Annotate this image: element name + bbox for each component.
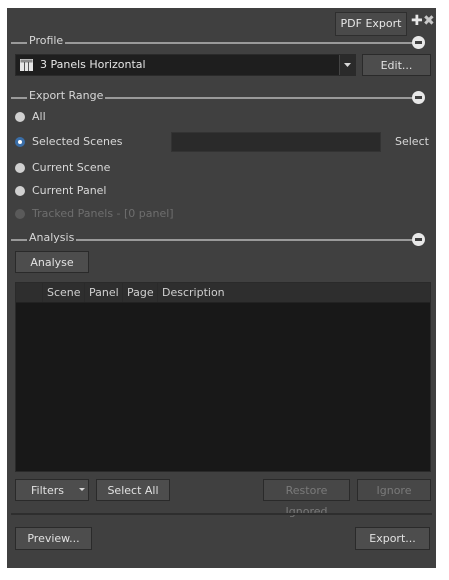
select-scenes-button[interactable]: Select	[395, 135, 429, 149]
analysis-table[interactable]: Scene Panel Page Description	[15, 282, 431, 472]
analysis-collapse-icon[interactable]	[412, 233, 425, 246]
column-header-scene[interactable]: Scene	[42, 283, 84, 302]
radio-tracked-panels	[15, 209, 25, 219]
radio-current-panel[interactable]	[15, 186, 25, 196]
export-range-section-label: Export Range	[27, 89, 106, 103]
radio-selected-scenes-label[interactable]: Selected Scenes	[32, 135, 122, 149]
profile-section-label: Profile	[27, 34, 66, 48]
select-all-button[interactable]: Select All	[96, 479, 170, 501]
radio-current-scene[interactable]	[15, 163, 25, 173]
selected-scenes-field[interactable]	[171, 132, 381, 152]
ignore-button: Ignore	[357, 479, 431, 501]
chevron-down-icon	[79, 488, 85, 491]
radio-selected-scenes[interactable]	[15, 137, 25, 147]
footer-divider	[11, 513, 432, 515]
pdf-export-panel: PDF Export ✚ ✖ Profile 3 Panels Horizont…	[7, 8, 436, 568]
profile-divider	[11, 42, 416, 44]
panel-grid-icon	[20, 59, 33, 71]
filters-button-label: Filters	[31, 484, 64, 497]
column-header-blank[interactable]	[16, 283, 42, 302]
column-header-page[interactable]: Page	[122, 283, 157, 302]
profile-collapse-icon[interactable]	[412, 36, 425, 49]
export-button[interactable]: Export...	[355, 527, 430, 550]
analysis-section-label: Analysis	[27, 231, 77, 245]
radio-all-label[interactable]: All	[32, 110, 46, 124]
column-header-panel[interactable]: Panel	[84, 283, 122, 302]
radio-current-scene-label[interactable]: Current Scene	[32, 161, 110, 175]
radio-current-panel-label[interactable]: Current Panel	[32, 184, 107, 198]
profile-dropdown-arrow[interactable]	[339, 55, 355, 75]
export-range-collapse-icon[interactable]	[412, 91, 425, 104]
chevron-down-icon	[344, 63, 351, 67]
radio-tracked-panels-label: Tracked Panels - [0 panel]	[32, 207, 174, 220]
tab-pdf-export[interactable]: PDF Export	[335, 12, 407, 36]
column-header-description[interactable]: Description	[157, 283, 430, 302]
close-icon[interactable]: ✖	[423, 14, 435, 28]
profile-selected-value: 3 Panels Horizontal	[40, 58, 146, 71]
profile-edit-button[interactable]: Edit...	[362, 54, 431, 76]
analyse-button[interactable]: Analyse	[15, 251, 89, 273]
preview-button[interactable]: Preview...	[15, 527, 92, 550]
restore-ignored-button: Restore Ignored	[263, 479, 350, 518]
radio-all[interactable]	[15, 112, 25, 122]
profile-dropdown[interactable]: 3 Panels Horizontal	[15, 54, 356, 76]
pin-plus-icon[interactable]: ✚	[411, 14, 423, 28]
filters-button[interactable]: Filters	[15, 479, 89, 501]
